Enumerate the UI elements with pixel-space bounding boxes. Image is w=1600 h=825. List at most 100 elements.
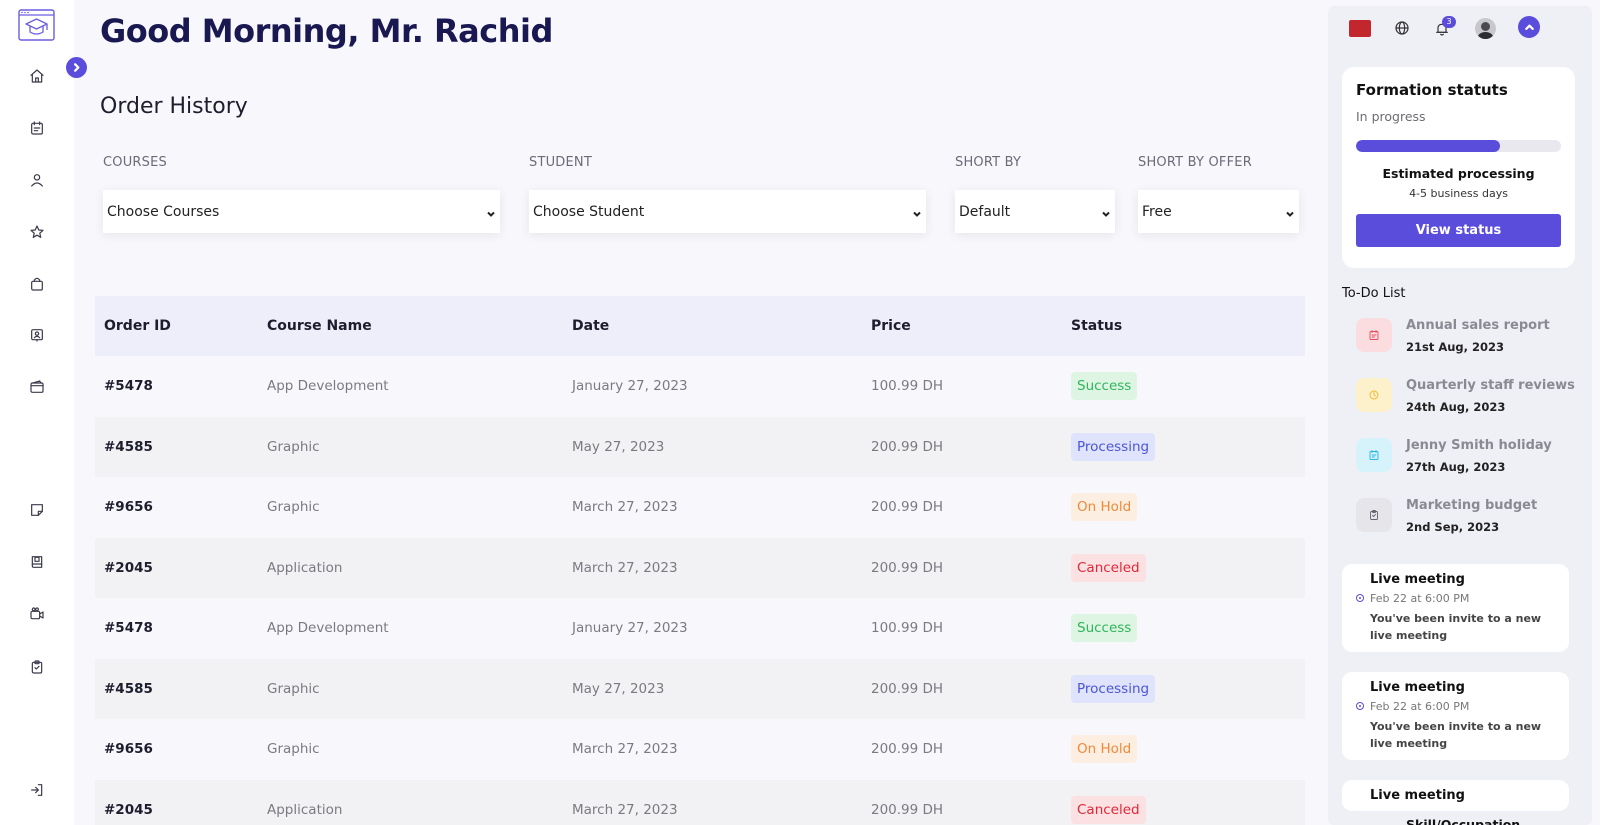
meeting-title: Live meeting <box>1370 572 1465 587</box>
live-meeting-card[interactable]: Live meeting Feb 22 at 6:00 PM You've been… <box>1342 564 1569 653</box>
meeting-time-text: Feb 22 at 6:00 PM <box>1370 592 1470 605</box>
sort-select-value: Default <box>959 203 1011 220</box>
skill-occupation-label: Skill/Occupation <box>1406 817 1521 825</box>
logout-icon[interactable] <box>27 780 47 800</box>
user-icon[interactable] <box>27 170 47 190</box>
order-id-cell: #9656 <box>104 499 153 516</box>
student-select-value: Choose Student <box>533 203 645 220</box>
student-select[interactable]: Choose Student <box>529 190 926 233</box>
header-price[interactable]: Price <box>871 318 1071 334</box>
order-id-cell: #4585 <box>104 680 153 697</box>
todo-item-text: Jenny Smith holiday 27th Aug, 2023 <box>1406 438 1552 474</box>
offer-filter-label: SHORT BY OFFER <box>1138 155 1252 170</box>
order-id-cell: #4585 <box>104 438 153 455</box>
todo-item[interactable]: Quarterly staff reviews 24th Aug, 2023 <box>1356 378 1575 414</box>
bell-icon[interactable]: 3 <box>1434 16 1456 37</box>
price-cell: 200.99 DH <box>871 680 944 697</box>
course-name-cell: Application <box>267 559 343 576</box>
course-name-cell: App Development <box>267 620 389 637</box>
todo-item-name: Marketing budget <box>1406 498 1538 513</box>
avatar[interactable] <box>1475 18 1496 39</box>
table-row[interactable]: #2045 Application March 27, 2023 200.99 DH C… <box>95 779 1305 825</box>
shopping-bag-icon[interactable] <box>27 274 47 294</box>
sort-select[interactable]: Default <box>955 190 1115 233</box>
header-order-id[interactable]: Order ID <box>95 318 267 334</box>
todo-item-date: 24th Aug, 2023 <box>1406 400 1506 414</box>
calendar-icon[interactable] <box>27 118 47 138</box>
status-badge: Success <box>1071 372 1138 401</box>
course-name-cell: Application <box>267 801 343 818</box>
course-name-cell: Graphic <box>267 499 320 516</box>
greeting-title: Good Morning, Mr. Rachid <box>100 12 553 50</box>
courses-select-value: Choose Courses <box>107 203 220 220</box>
header-date[interactable]: Date <box>572 318 871 334</box>
todo-item[interactable]: Annual sales report 21st Aug, 2023 <box>1356 318 1550 354</box>
meeting-time: Feb 22 at 6:00 PM <box>1356 592 1555 605</box>
header-status[interactable]: Status <box>1071 318 1301 334</box>
table-row[interactable]: #4585 Graphic May 27, 2023 200.99 DH Process… <box>95 658 1305 719</box>
offer-select-value: Free <box>1142 203 1172 220</box>
todo-item[interactable]: Jenny Smith holiday 27th Aug, 2023 <box>1356 438 1552 474</box>
book-icon[interactable] <box>27 552 47 572</box>
order-id-cell: #5478 <box>104 378 153 395</box>
date-cell: March 27, 2023 <box>572 741 678 758</box>
video-camera-icon[interactable] <box>27 604 47 624</box>
table-row[interactable]: #4585 Graphic May 27, 2023 200.99 DH Process… <box>95 416 1305 477</box>
sort-filter-label: SHORT BY <box>955 155 1022 170</box>
todo-item[interactable]: Marketing budget 2nd Sep, 2023 <box>1356 498 1537 534</box>
student-filter-label: STUDENT <box>529 155 592 170</box>
status-cell: Canceled <box>1071 795 1301 824</box>
status-badge: Processing <box>1071 432 1156 461</box>
table-row[interactable]: #9656 Graphic March 27, 2023 200.99 DH On Ho… <box>95 719 1305 780</box>
course-name-cell: App Development <box>267 378 389 395</box>
clipboard-check-icon[interactable] <box>27 657 47 677</box>
left-sidebar <box>0 0 74 825</box>
graduation-cap-logo-icon[interactable] <box>18 9 55 41</box>
formation-status-title: Formation statuts <box>1356 81 1508 99</box>
view-status-button[interactable]: View status <box>1356 214 1561 247</box>
user-badge-icon[interactable] <box>27 325 47 345</box>
live-meeting-card[interactable]: Live meeting <box>1342 780 1569 811</box>
estimated-processing-days: 4-5 business days <box>1409 187 1508 200</box>
note-icon[interactable] <box>27 500 47 520</box>
home-icon[interactable] <box>27 66 47 86</box>
todo-item-name: Quarterly staff reviews <box>1406 378 1575 393</box>
date-cell: March 27, 2023 <box>572 559 678 576</box>
price-cell: 200.99 DH <box>871 741 944 758</box>
target-dot-icon <box>1356 594 1364 602</box>
date-cell: May 27, 2023 <box>572 438 665 455</box>
live-meeting-card[interactable]: Live meeting Feb 22 at 6:00 PM You've been… <box>1342 672 1569 761</box>
table-row[interactable]: #9656 Graphic March 27, 2023 200.99 DH On Ho… <box>95 477 1305 538</box>
status-cell: Success <box>1071 614 1301 643</box>
language-flag-icon[interactable] <box>1349 20 1371 37</box>
wallet-icon[interactable] <box>27 377 47 397</box>
globe-icon[interactable] <box>1394 20 1410 36</box>
price-cell: 200.99 DH <box>871 801 944 818</box>
price-cell: 100.99 DH <box>871 620 944 637</box>
meeting-time: Feb 22 at 6:00 PM <box>1356 700 1555 713</box>
order-id-cell: #9656 <box>104 741 153 758</box>
todo-item-name: Annual sales report <box>1406 318 1550 333</box>
expand-sidebar-button[interactable] <box>66 57 87 78</box>
table-row[interactable]: #5478 App Development January 27, 2023 100.… <box>95 356 1305 417</box>
status-cell: Processing <box>1071 674 1301 703</box>
status-cell: On Hold <box>1071 493 1301 522</box>
price-cell: 200.99 DH <box>871 499 944 516</box>
course-name-cell: Graphic <box>267 680 320 697</box>
collapse-panel-button[interactable] <box>1518 16 1540 38</box>
header-course-name[interactable]: Course Name <box>267 318 572 334</box>
course-name-cell: Graphic <box>267 741 320 758</box>
formation-status-subtitle: In progress <box>1356 109 1426 124</box>
table-body: #5478 App Development January 27, 2023 100.… <box>95 356 1305 825</box>
star-icon[interactable] <box>27 222 47 242</box>
table-row[interactable]: #2045 Application March 27, 2023 200.99 DH C… <box>95 537 1305 598</box>
table-row[interactable]: #5478 App Development January 27, 2023 100.… <box>95 598 1305 659</box>
flag-swatch <box>1349 20 1371 37</box>
chevron-down-icon <box>1285 207 1295 217</box>
offer-select[interactable]: Free <box>1138 190 1299 233</box>
order-id-cell: #2045 <box>104 801 153 818</box>
date-cell: March 27, 2023 <box>572 499 678 516</box>
calendar-icon <box>1356 318 1392 352</box>
price-cell: 200.99 DH <box>871 559 944 576</box>
courses-select[interactable]: Choose Courses <box>103 190 500 233</box>
